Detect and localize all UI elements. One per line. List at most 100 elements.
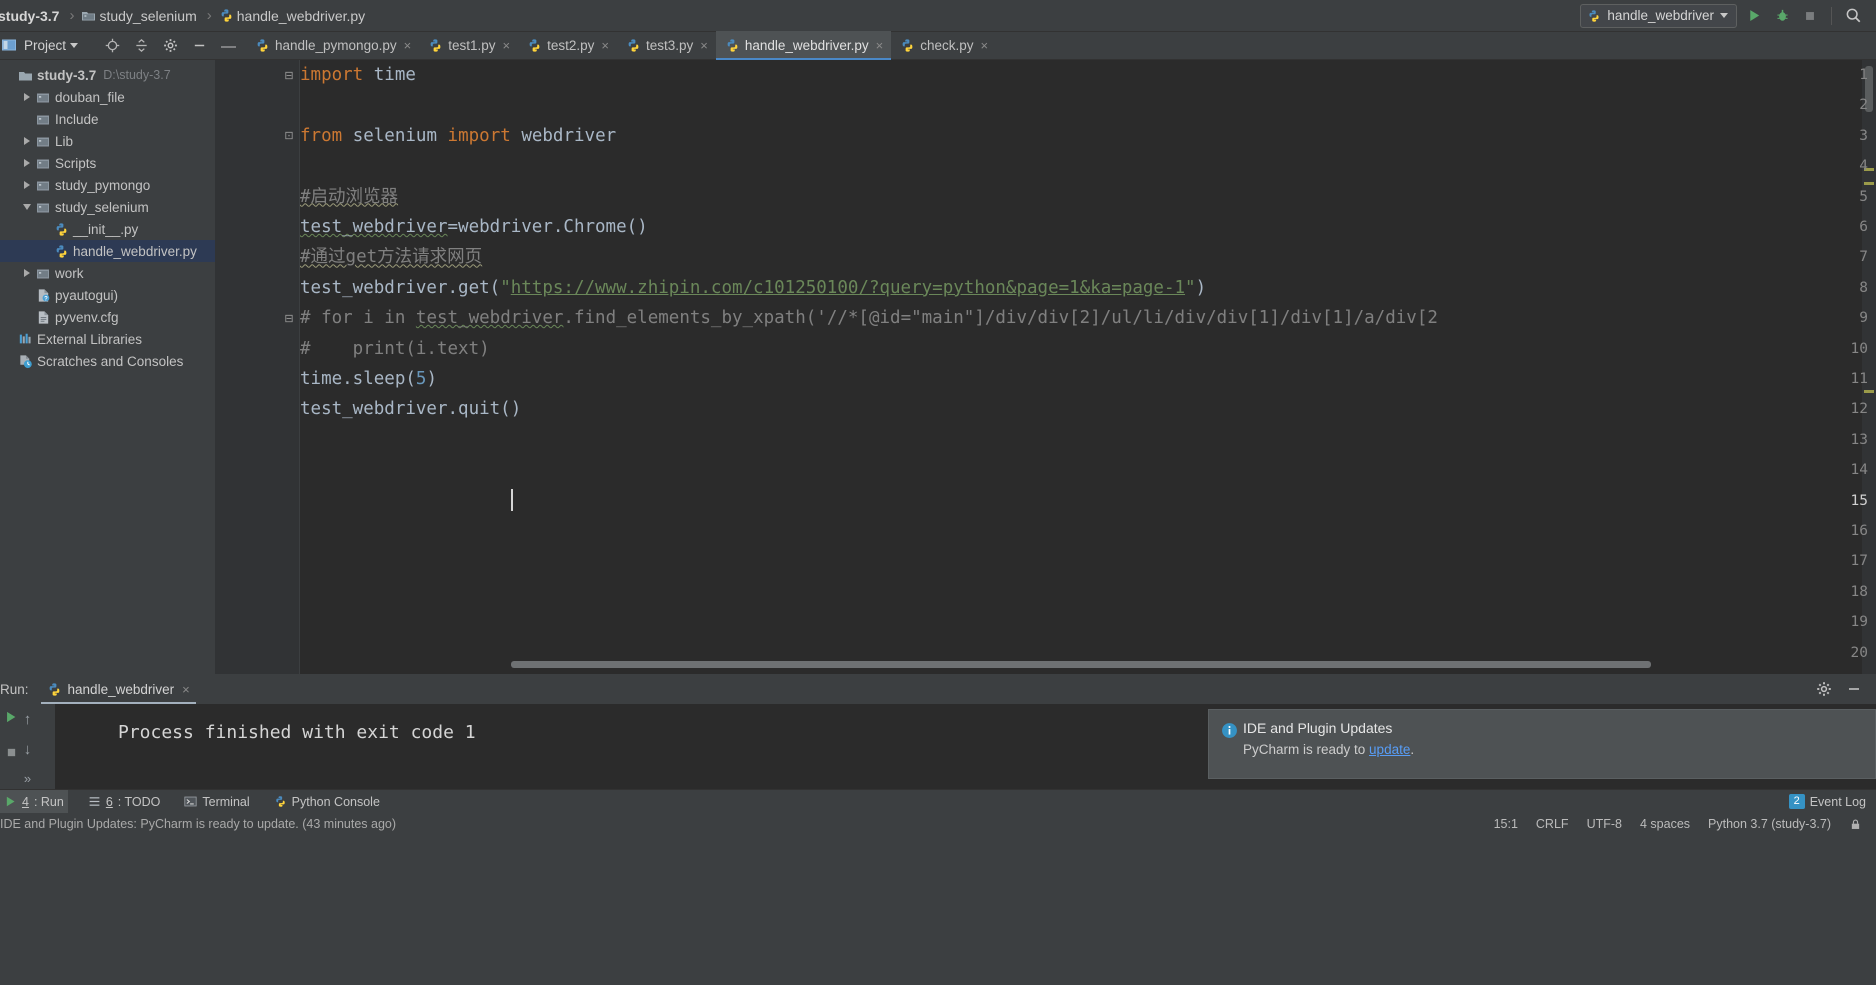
line-number: 8	[1859, 279, 1868, 296]
collapse-all-icon[interactable]	[129, 38, 154, 53]
tool-window-button-python-console[interactable]: Python Console	[270, 790, 384, 814]
stop-icon[interactable]	[1799, 5, 1821, 27]
close-icon[interactable]: ×	[404, 38, 412, 53]
minimize-icon[interactable]	[1846, 681, 1862, 697]
chevron-right-icon[interactable]	[20, 137, 34, 145]
python-file-icon	[626, 38, 641, 53]
chevron-right-icon[interactable]	[20, 269, 34, 277]
close-icon[interactable]: ×	[182, 682, 190, 697]
hide-editor-icon[interactable]: —	[215, 38, 246, 59]
balloon-body: PyCharm is ready to update.	[1243, 736, 1414, 757]
project-tree[interactable]: study-3.7 D:\study-3.7 douban_file Include L…	[0, 60, 215, 674]
project-window-icon	[2, 39, 16, 52]
code-line-11[interactable]: time.sleep(5)	[300, 364, 437, 394]
tree-item-study-3-7[interactable]: study-3.7 D:\study-3.7	[0, 64, 215, 86]
chevron-down-icon[interactable]	[20, 204, 34, 210]
chevron-right-icon[interactable]	[20, 93, 34, 101]
code-line-1[interactable]: import time	[300, 60, 416, 90]
code-line-12[interactable]: test_webdriver.quit()	[300, 394, 521, 424]
tree-item-label: pyvenv.cfg	[55, 309, 119, 325]
code-line-5[interactable]: #启动浏览器	[300, 182, 398, 212]
tree-item-study-pymongo[interactable]: study_pymongo	[0, 174, 215, 196]
tool-window-button-run[interactable]: 4: Run	[0, 789, 68, 814]
close-icon[interactable]: ×	[700, 38, 708, 53]
indent-setting[interactable]: 4 spaces	[1640, 817, 1690, 831]
line-number: 10	[1850, 340, 1868, 357]
gear-icon[interactable]	[1816, 681, 1832, 697]
tree-item-external-libraries[interactable]: External Libraries	[0, 328, 215, 350]
tree-item-scratches-and-consoles[interactable]: Scratches and Consoles	[0, 350, 215, 372]
fold-marker-line3[interactable]: ⊡	[283, 121, 295, 151]
tree-item-pyautogui-[interactable]: ? pyautogui)	[0, 284, 215, 306]
lock-icon[interactable]	[1849, 818, 1862, 831]
module-folder-icon	[34, 267, 52, 280]
run-configuration-selector[interactable]: handle_webdriver	[1580, 3, 1737, 28]
tool-window-button-todo[interactable]: 6: TODO	[84, 790, 165, 814]
close-icon[interactable]: ×	[981, 38, 989, 53]
rerun-icon[interactable]	[4, 710, 18, 724]
tree-item-include[interactable]: Include	[0, 108, 215, 130]
encoding[interactable]: UTF-8	[1587, 817, 1622, 831]
notification-balloon[interactable]: IDE and Plugin Updates PyCharm is ready …	[1208, 709, 1876, 779]
editor-tab-handle-pymongo-py[interactable]: handle_pymongo.py ×	[246, 31, 419, 59]
chevron-right-icon[interactable]	[20, 159, 34, 167]
update-link[interactable]: update	[1369, 742, 1410, 757]
fold-marker-line9[interactable]: ⊟	[283, 303, 295, 333]
code-line-10[interactable]: # print(i.text)	[300, 334, 490, 364]
caret-position[interactable]: 15:1	[1494, 817, 1518, 831]
close-icon[interactable]: ×	[876, 38, 884, 53]
tree-item-scripts[interactable]: Scripts	[0, 152, 215, 174]
debug-icon[interactable]	[1771, 5, 1793, 27]
tree-item-lib[interactable]: Lib	[0, 130, 215, 152]
breadcrumb-item-file[interactable]: handle_webdriver.py	[216, 8, 371, 24]
breadcrumb-item-folder[interactable]: study_selenium	[78, 8, 202, 24]
status-message[interactable]: IDE and Plugin Updates: PyCharm is ready…	[0, 817, 396, 831]
close-icon[interactable]: ×	[502, 38, 510, 53]
line-number: 15	[1850, 492, 1868, 509]
close-icon[interactable]: ×	[601, 38, 609, 53]
editor-tab-test3-py[interactable]: test3.py ×	[617, 31, 716, 59]
tree-item-handle-webdriver-py[interactable]: handle_webdriver.py	[0, 240, 215, 262]
python-file-icon	[52, 244, 70, 259]
tree-item-douban-file[interactable]: douban_file	[0, 86, 215, 108]
run-tab-handle-webdriver[interactable]: handle_webdriver ×	[40, 674, 196, 704]
editor-tab-test2-py[interactable]: test2.py ×	[518, 31, 617, 59]
tool-window-bar-right: 2 Event Log	[1788, 794, 1876, 809]
run-icon[interactable]	[1743, 5, 1765, 27]
code-editor[interactable]: ⊟ ⊡ ⊟ 1 2 3 4 5 6 7 8 9 10 11 12 13 14 15 16 17 18 19 20 imp…	[215, 60, 1876, 674]
editor-gutter[interactable]	[215, 60, 278, 674]
tree-item--init-py[interactable]: __init__.py	[0, 218, 215, 240]
code-line-6[interactable]: test_webdriver=webdriver.Chrome()	[300, 212, 648, 242]
stop-icon[interactable]	[5, 746, 18, 759]
code-line-7[interactable]: #通过get方法请求网页	[300, 242, 482, 272]
tree-item-study-selenium[interactable]: study_selenium	[0, 196, 215, 218]
project-panel-title: Project	[24, 38, 67, 53]
settings-gear-icon[interactable]	[158, 38, 183, 53]
tree-item-work[interactable]: work	[0, 262, 215, 284]
config-file-icon	[34, 310, 52, 325]
locate-icon[interactable]	[100, 38, 125, 53]
code-line-8[interactable]: test_webdriver.get("https://www.zhipin.c…	[300, 273, 1206, 303]
chevron-right-icon[interactable]	[20, 181, 34, 189]
chevron-down-icon[interactable]	[70, 43, 79, 48]
editor-tab-handle-webdriver-py[interactable]: handle_webdriver.py ×	[715, 31, 892, 60]
line-separator[interactable]: CRLF	[1536, 817, 1569, 831]
search-icon[interactable]	[1842, 5, 1864, 27]
run-tab-label: handle_webdriver	[67, 681, 175, 697]
project-panel-header: Project	[0, 32, 215, 60]
editor-tab-check-py[interactable]: check.py ×	[891, 31, 996, 59]
code-line-3[interactable]: from selenium import webdriver	[300, 121, 616, 151]
tree-item-pyvenv-cfg[interactable]: pyvenv.cfg	[0, 306, 215, 328]
fold-marker-line1[interactable]: ⊟	[283, 60, 295, 90]
event-log-button[interactable]: 2 Event Log	[1788, 794, 1866, 809]
tree-item-label: Scratches and Consoles	[37, 353, 184, 369]
editor-fold-strip[interactable]	[278, 60, 300, 674]
tool-window-button-terminal[interactable]: Terminal	[180, 790, 253, 814]
hide-panel-icon[interactable]	[187, 38, 215, 53]
python-interpreter[interactable]: Python 3.7 (study-3.7)	[1708, 817, 1831, 831]
editor-tab-test1-py[interactable]: test1.py ×	[419, 31, 518, 59]
breadcrumb-item-project[interactable]: study-3.7	[0, 8, 65, 24]
editor-horizontal-scrollbar[interactable]	[511, 661, 1651, 668]
expand-icon[interactable]: »	[17, 768, 39, 789]
code-line-9[interactable]: # for i in test_webdriver.find_elements_…	[300, 303, 1438, 333]
